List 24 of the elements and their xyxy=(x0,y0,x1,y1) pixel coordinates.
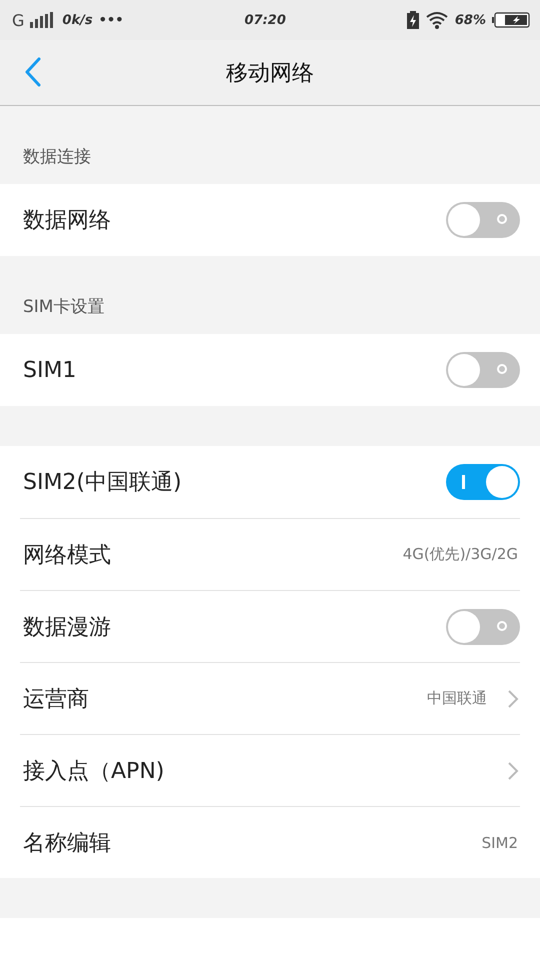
page-title: 移动网络 xyxy=(226,60,314,88)
battery-percent: 68% xyxy=(454,12,486,28)
toggle-switch[interactable] xyxy=(446,608,520,644)
toggle-switch[interactable] xyxy=(446,464,520,500)
settings-row[interactable]: SIM2(中国联通) xyxy=(23,446,520,518)
section-title: SIM卡设置 xyxy=(22,296,106,319)
settings-row[interactable]: 运营商 中国联通 xyxy=(20,662,520,734)
network-type: G xyxy=(12,10,24,30)
wifi-icon xyxy=(424,11,449,29)
settings-row[interactable]: 接入点（APN) xyxy=(20,734,520,806)
back-icon[interactable] xyxy=(24,57,42,87)
chevron-icon xyxy=(507,760,519,780)
section-title: 数据连接 xyxy=(22,146,92,169)
battery-saver-icon xyxy=(406,11,419,29)
clock: 07:20 xyxy=(244,12,286,28)
more-indicator: ••• xyxy=(98,12,124,28)
settings-row[interactable]: 名称编辑 SIM2 xyxy=(20,806,520,878)
settings-row[interactable]: 数据漫游 xyxy=(20,590,520,662)
toggle-switch[interactable] xyxy=(446,202,520,238)
chevron-icon xyxy=(507,688,519,708)
battery-icon xyxy=(492,12,530,28)
toggle-switch[interactable] xyxy=(446,352,520,388)
network-speed: 0k/s xyxy=(62,12,93,28)
settings-row[interactable]: 网络模式 4G(优先)/3G/2G xyxy=(20,518,520,590)
